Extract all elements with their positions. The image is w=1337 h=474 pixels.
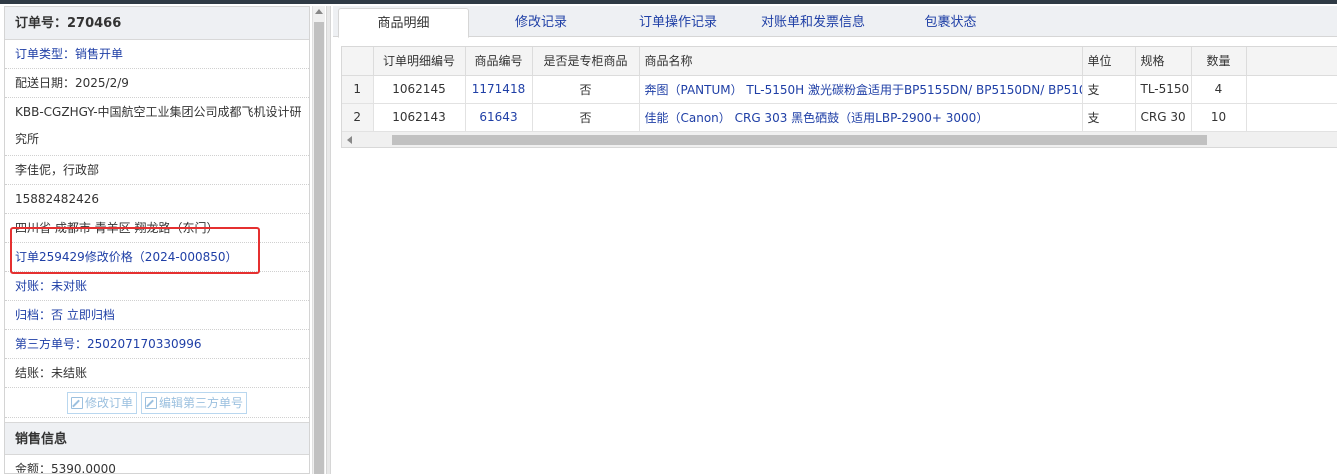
scroll-up-arrow-icon[interactable]: [315, 9, 323, 14]
product-id-link[interactable]: 1171418: [465, 75, 533, 104]
sales-amount: 金额：5390.0000: [5, 455, 309, 473]
contact-phone: 15882482426: [5, 185, 309, 214]
quantity-cell: 10: [1191, 103, 1247, 132]
col-header-unit[interactable]: 单位: [1082, 47, 1136, 76]
col-header-product-id[interactable]: 商品编号: [465, 47, 533, 76]
panel-splitter[interactable]: [326, 6, 331, 474]
unit-cell: 支: [1082, 75, 1136, 104]
contact-person: 李佳伲，行政部: [5, 156, 309, 185]
unit-cell: 支: [1082, 103, 1136, 132]
detail-id-cell: 1062145: [373, 75, 466, 104]
product-name-link[interactable]: 奔图（PANTUM） TL-5150H 激光碳粉盒适用于BP5155DN/ BP…: [639, 75, 1083, 104]
unit-price-cell: 540: [1246, 75, 1337, 104]
horizontal-scrollbar-thumb[interactable]: [392, 134, 1207, 145]
order-number-title: 订单号：270466: [5, 7, 309, 40]
reconcile-row: 对账：未对账: [5, 272, 309, 301]
col-header-spec[interactable]: 规格: [1135, 47, 1192, 76]
spec-cell: TL-5150: [1135, 75, 1192, 104]
detail-id-cell: 1062143: [373, 103, 466, 132]
col-header-rownum: [342, 47, 374, 76]
product-grid: 订单明细编号 商品编号 是否是专柜商品 商品名称 单位 规格 数量 单价 1 1…: [341, 46, 1337, 148]
col-header-detail-id[interactable]: 订单明细编号: [373, 47, 466, 76]
edit-third-party-label: 编辑第三方单号: [159, 396, 244, 410]
settlement-status: 结账：未结账: [5, 359, 309, 388]
col-header-unit-price[interactable]: 单价: [1246, 47, 1337, 76]
reconcile-value[interactable]: 未对账: [51, 279, 87, 293]
top-strip: [0, 0, 1337, 4]
detail-tabs: 商品明细 修改记录 订单操作记录 对账单和发票信息 包裹状态: [333, 6, 1337, 38]
order-type-value[interactable]: 销售开单: [75, 47, 123, 61]
row-number: 2: [342, 103, 374, 132]
product-id-link[interactable]: 61643: [465, 103, 533, 132]
action-buttons: 修改订单 编辑第三方单号: [5, 388, 309, 418]
edit-third-party-button[interactable]: 编辑第三方单号: [141, 391, 248, 414]
scroll-left-arrow-icon[interactable]: [347, 135, 352, 144]
product-name-link[interactable]: 佳能（Canon） CRG 303 黑色硒鼓（适用LBP-2900+ 3000）: [639, 103, 1083, 132]
order-type-label: 订单类型：: [15, 47, 76, 61]
table-header-row: 订单明细编号 商品编号 是否是专柜商品 商品名称 单位 规格 数量 单价: [342, 47, 1337, 76]
table-row[interactable]: 1 1062145 1171418 否 奔图（PANTUM） TL-5150H …: [342, 75, 1337, 104]
tab-operation-log[interactable]: 订单操作记录: [613, 8, 743, 37]
delivery-address: 四川省 成都市 青羊区 翔龙路（东门）: [5, 214, 309, 243]
col-header-product-name[interactable]: 商品名称: [639, 47, 1083, 76]
counter-product-cell: 否: [532, 103, 640, 132]
order-detail-panel: 商品明细 修改记录 订单操作记录 对账单和发票信息 包裹状态 订单明细编号 商品…: [333, 6, 1337, 474]
spec-cell: CRG 30: [1135, 103, 1192, 132]
archive-value[interactable]: 否 立即归档: [51, 308, 115, 322]
order-type-row: 订单类型：销售开单: [5, 40, 309, 69]
edit-order-button[interactable]: 修改订单: [66, 391, 137, 414]
delivery-date: 配送日期：2025/2/9: [5, 69, 309, 98]
tab-invoice-info[interactable]: 对账单和发票信息: [751, 8, 875, 37]
edit-icon: [145, 396, 157, 409]
product-table: 订单明细编号 商品编号 是否是专柜商品 商品名称 单位 规格 数量 单价 1 1…: [342, 47, 1337, 132]
price-change-link[interactable]: 订单259429修改价格（2024-000850）: [5, 243, 309, 272]
reconcile-label: 对账：: [15, 279, 52, 293]
col-header-quantity[interactable]: 数量: [1191, 47, 1247, 76]
tab-package-status[interactable]: 包裹状态: [893, 8, 1008, 37]
sales-info-header: 销售信息: [5, 422, 309, 455]
order-info-panel: 订单号：270466 订单类型：销售开单 配送日期：2025/2/9 KBB-C…: [4, 6, 310, 474]
grid-horizontal-scrollbar[interactable]: [342, 131, 1337, 148]
edit-order-label: 修改订单: [84, 396, 133, 410]
customer-name: KBB-CGZHGY-中国航空工业集团公司成都飞机设计研究所: [5, 98, 309, 156]
archive-row: 归档：否 立即归档: [5, 301, 309, 330]
tab-product-details[interactable]: 商品明细: [338, 8, 469, 38]
scrollbar-thumb[interactable]: [314, 22, 324, 474]
third-party-order-number: 第三方单号：250207170330996: [5, 330, 309, 359]
quantity-cell: 4: [1191, 75, 1247, 104]
unit-price-cell: 323: [1246, 103, 1337, 132]
counter-product-cell: 否: [532, 75, 640, 104]
edit-icon: [70, 396, 83, 409]
row-number: 1: [342, 75, 374, 104]
table-row[interactable]: 2 1062143 61643 否 佳能（Canon） CRG 303 黑色硒鼓…: [342, 103, 1337, 132]
archive-label: 归档：: [15, 308, 52, 322]
col-header-counter-product[interactable]: 是否是专柜商品: [532, 47, 640, 76]
tab-change-log[interactable]: 修改记录: [483, 8, 599, 37]
left-panel-scrollbar[interactable]: [312, 6, 325, 474]
